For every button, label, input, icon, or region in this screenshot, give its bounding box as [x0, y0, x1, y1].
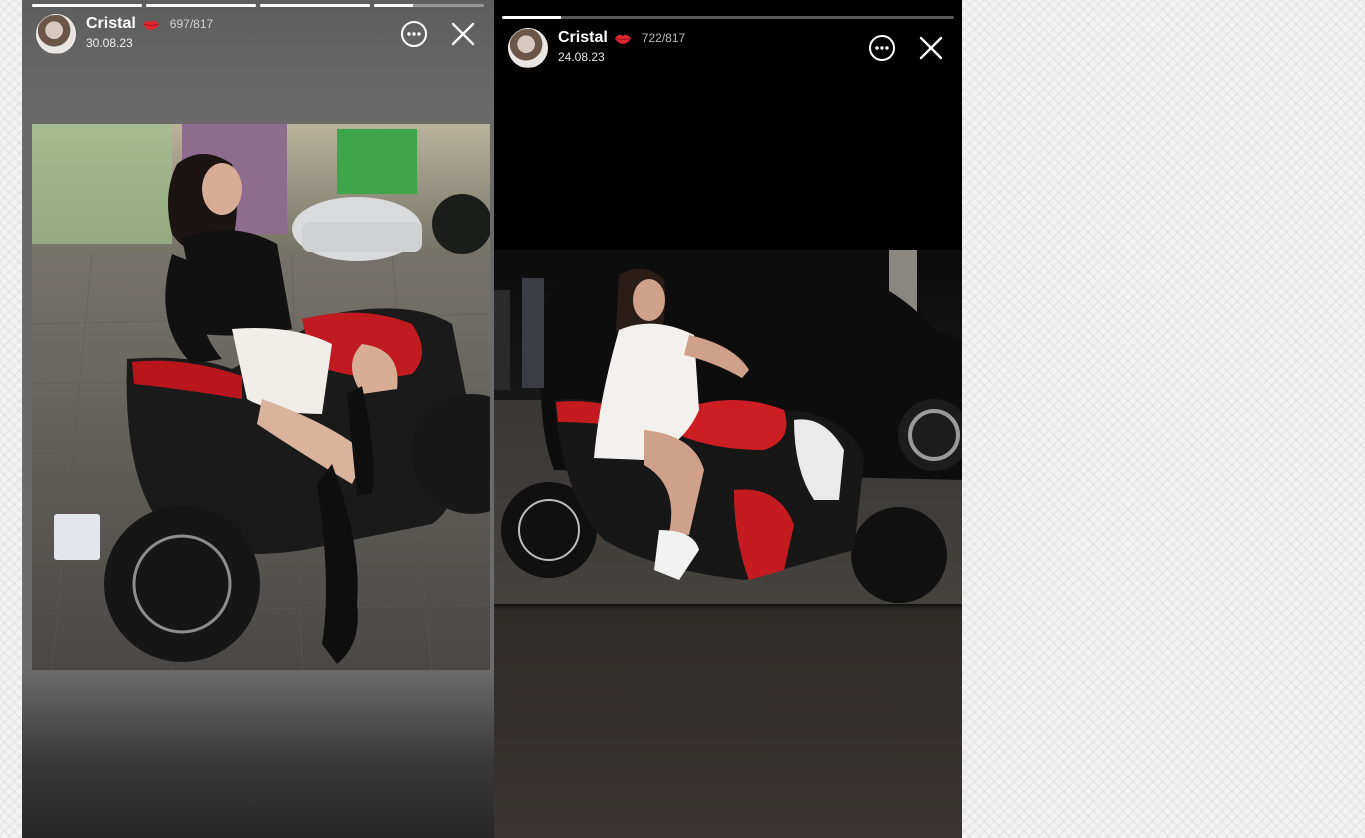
username[interactable]: Cristal [558, 29, 608, 47]
view-count: 722/817 [641, 31, 686, 45]
story-date: 24.08.23 [558, 50, 605, 64]
close-icon[interactable] [450, 21, 476, 47]
story-panel-2[interactable]: Cristal 722/817 24.08.23 [494, 0, 962, 838]
view-count: 697/817 [169, 17, 214, 31]
progress-segment [146, 4, 256, 7]
close-icon[interactable] [918, 35, 944, 61]
story-header: Cristal 722/817 24.08.23 [494, 28, 962, 68]
story-photo [494, 250, 962, 604]
story-meta: Cristal 697/817 30.08.23 [86, 14, 213, 50]
progress-segment [260, 4, 370, 7]
progress-segment [502, 16, 954, 19]
story-meta: Cristal 722/817 24.08.23 [558, 28, 685, 64]
progress-segment [374, 4, 484, 7]
lips-icon [614, 34, 631, 44]
avatar[interactable] [508, 28, 548, 68]
photo-woman-on-motorcycle [32, 124, 490, 670]
story-progress-bar [32, 4, 484, 7]
more-icon[interactable] [400, 20, 428, 48]
username[interactable]: Cristal [86, 15, 136, 33]
story-photo [32, 124, 490, 670]
progress-segment [32, 4, 142, 7]
photo-woman-on-motorcycle-night [494, 250, 962, 604]
more-icon[interactable] [868, 34, 896, 62]
story-header: Cristal 697/817 30.08.23 [22, 14, 494, 54]
story-panel-1[interactable]: Cristal 697/817 30.08.23 [22, 0, 494, 838]
avatar[interactable] [36, 14, 76, 54]
lips-icon [142, 20, 159, 30]
story-date: 30.08.23 [86, 36, 133, 50]
story-progress-bar [502, 16, 954, 19]
